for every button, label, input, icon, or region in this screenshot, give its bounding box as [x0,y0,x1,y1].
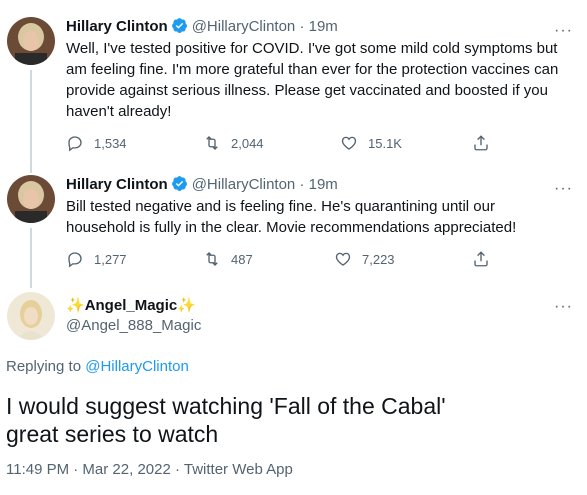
sparkle-icon: ✨ [66,297,85,314]
timestamp[interactable]: 19m [309,176,338,193]
more-options-icon[interactable]: ··· [554,23,573,39]
reply-count: 1,534 [94,135,127,151]
retweet-count: 487 [231,251,253,267]
share-button[interactable] [472,250,500,268]
author-name[interactable]: Hillary Clinton [66,176,168,193]
tweet-text: Bill tested negative and is feeling fine… [66,198,517,236]
heart-icon [335,252,351,266]
verified-badge-icon [171,18,187,33]
like-button[interactable]: 7,223 [334,250,395,268]
verified-badge-icon [171,176,187,191]
tweet-header: Hillary Clinton @HillaryClinton · 19m [66,176,338,193]
more-options-icon[interactable]: ··· [554,299,573,315]
reply-button[interactable]: 1,534 [66,134,127,152]
author-handle[interactable]: @HillaryClinton [192,176,296,193]
sparkle-icon: ✨ [177,297,196,314]
tweet-text: I would suggest watching 'Fall of the Ca… [6,393,446,447]
author-name[interactable]: ✨Angel_Magic✨ [66,296,196,314]
share-icon [474,251,488,267]
avatar[interactable] [7,175,55,223]
tweet-header: Hillary Clinton @HillaryClinton · 19m [66,18,338,35]
replying-to: Replying to @HillaryClinton [6,358,189,375]
author-handle[interactable]: @Angel_888_Magic [66,317,201,334]
like-button[interactable]: 15.1K [340,134,402,152]
mention-link[interactable]: @HillaryClinton [85,358,189,375]
reply-icon [68,252,82,268]
retweet-button[interactable]: 487 [203,250,253,268]
like-count: 15.1K [368,135,402,151]
retweet-icon [206,136,218,150]
retweet-icon [206,252,218,266]
tweet-actions: 1,534 2,044 15.1K [66,134,496,154]
reply-icon [68,136,82,152]
avatar[interactable] [7,292,55,340]
reply-button[interactable]: 1,277 [66,250,127,268]
timestamp[interactable]: 19m [309,18,338,35]
tweet-text: Well, I've tested positive for COVID. I'… [66,40,559,120]
tweet-actions: 1,277 487 7,223 [66,250,496,270]
share-button[interactable] [472,134,500,152]
like-count: 7,223 [362,251,395,267]
tweet-metadata[interactable]: 11:49 PM · Mar 22, 2022 · Twitter Web Ap… [6,461,293,478]
author-name[interactable]: Hillary Clinton [66,18,168,35]
retweet-button[interactable]: 2,044 [203,134,264,152]
heart-icon [341,136,357,150]
author-handle[interactable]: @HillaryClinton [192,18,296,35]
avatar[interactable] [7,17,55,65]
share-icon [474,135,488,151]
more-options-icon[interactable]: ··· [554,181,573,197]
reply-count: 1,277 [94,251,127,267]
retweet-count: 2,044 [231,135,264,151]
